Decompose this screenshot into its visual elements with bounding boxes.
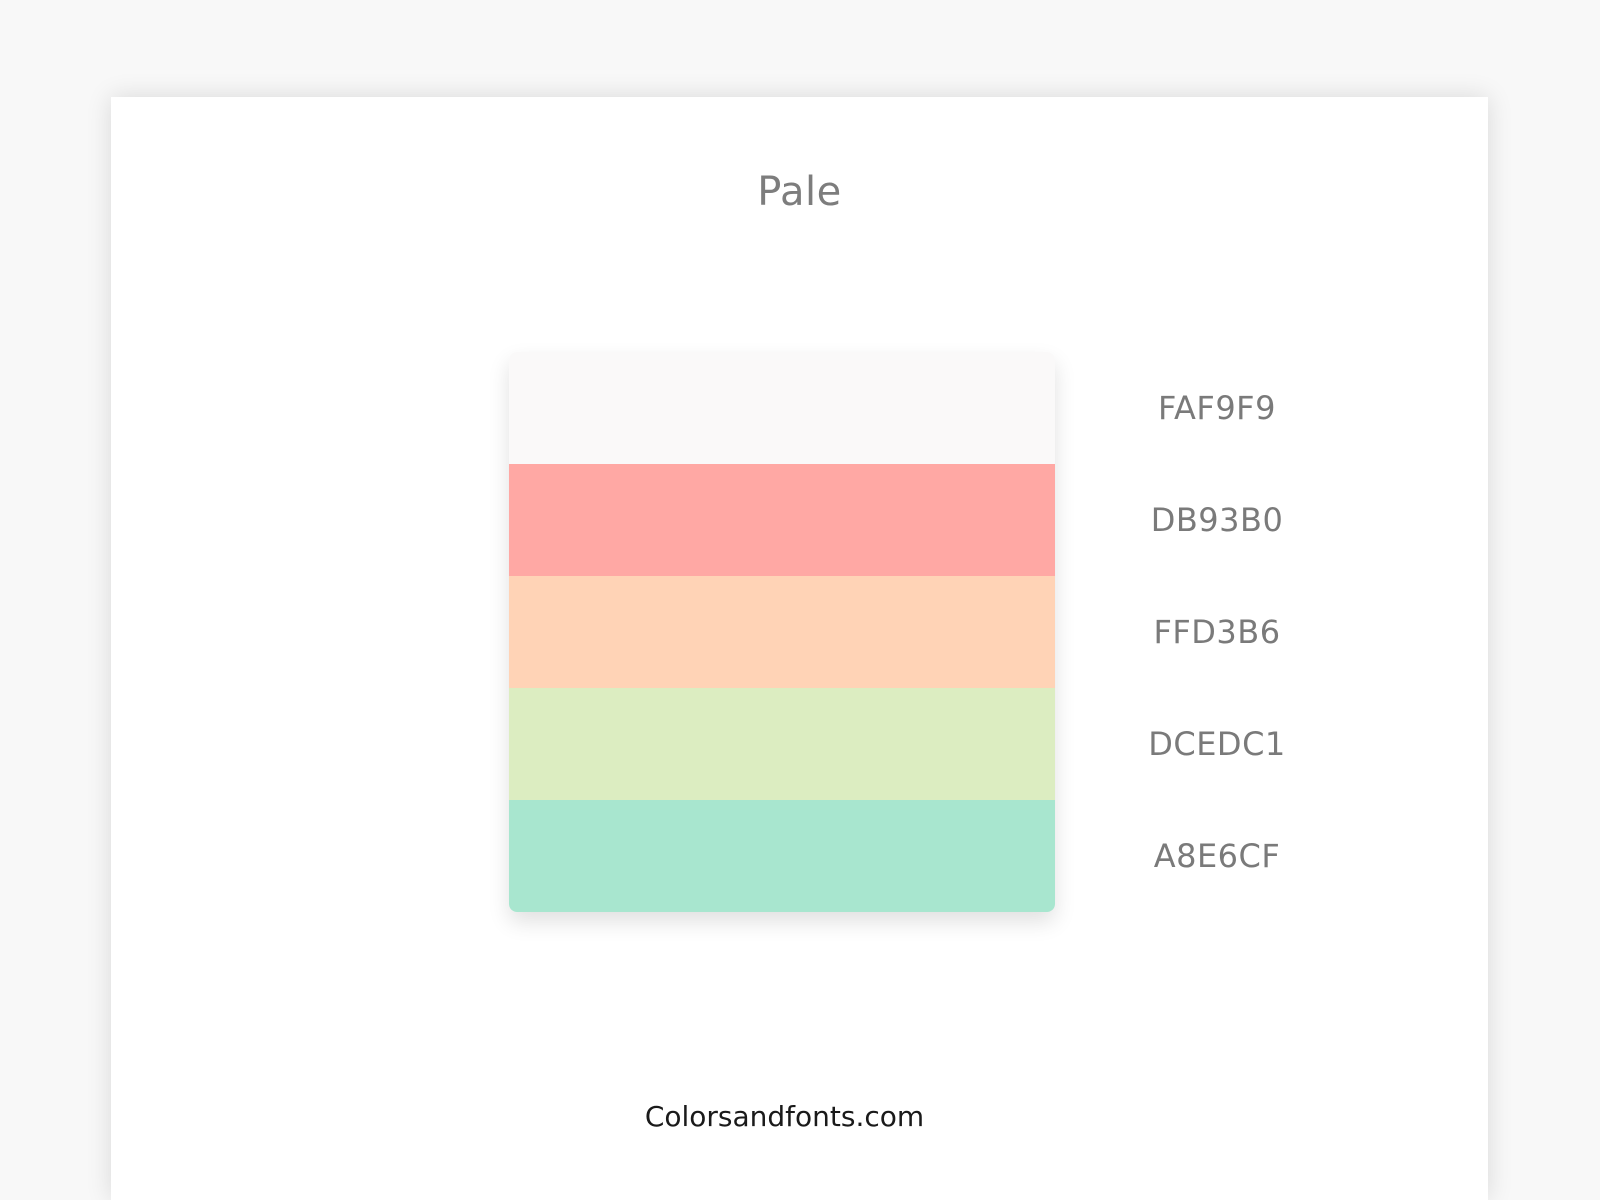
color-swatch[interactable] bbox=[509, 576, 1055, 688]
site-credit: Colorsandfonts.com bbox=[644, 1100, 925, 1133]
color-swatch[interactable] bbox=[509, 464, 1055, 576]
palette-card: Pale FAF9F9 DB93B0 FFD3B6 DCEDC1 A8E6CF … bbox=[111, 97, 1488, 1200]
color-swatch[interactable] bbox=[509, 688, 1055, 800]
color-swatch[interactable] bbox=[509, 352, 1055, 464]
color-swatch-stack bbox=[509, 352, 1055, 912]
hex-code-label[interactable]: DB93B0 bbox=[1117, 464, 1317, 576]
color-swatch[interactable] bbox=[509, 800, 1055, 912]
hex-code-list: FAF9F9 DB93B0 FFD3B6 DCEDC1 A8E6CF bbox=[1117, 352, 1317, 912]
hex-code-label[interactable]: DCEDC1 bbox=[1117, 688, 1317, 800]
hex-code-label[interactable]: FAF9F9 bbox=[1117, 352, 1317, 464]
palette-title: Pale bbox=[757, 169, 842, 215]
hex-code-label[interactable]: A8E6CF bbox=[1117, 800, 1317, 912]
hex-code-label[interactable]: FFD3B6 bbox=[1117, 576, 1317, 688]
